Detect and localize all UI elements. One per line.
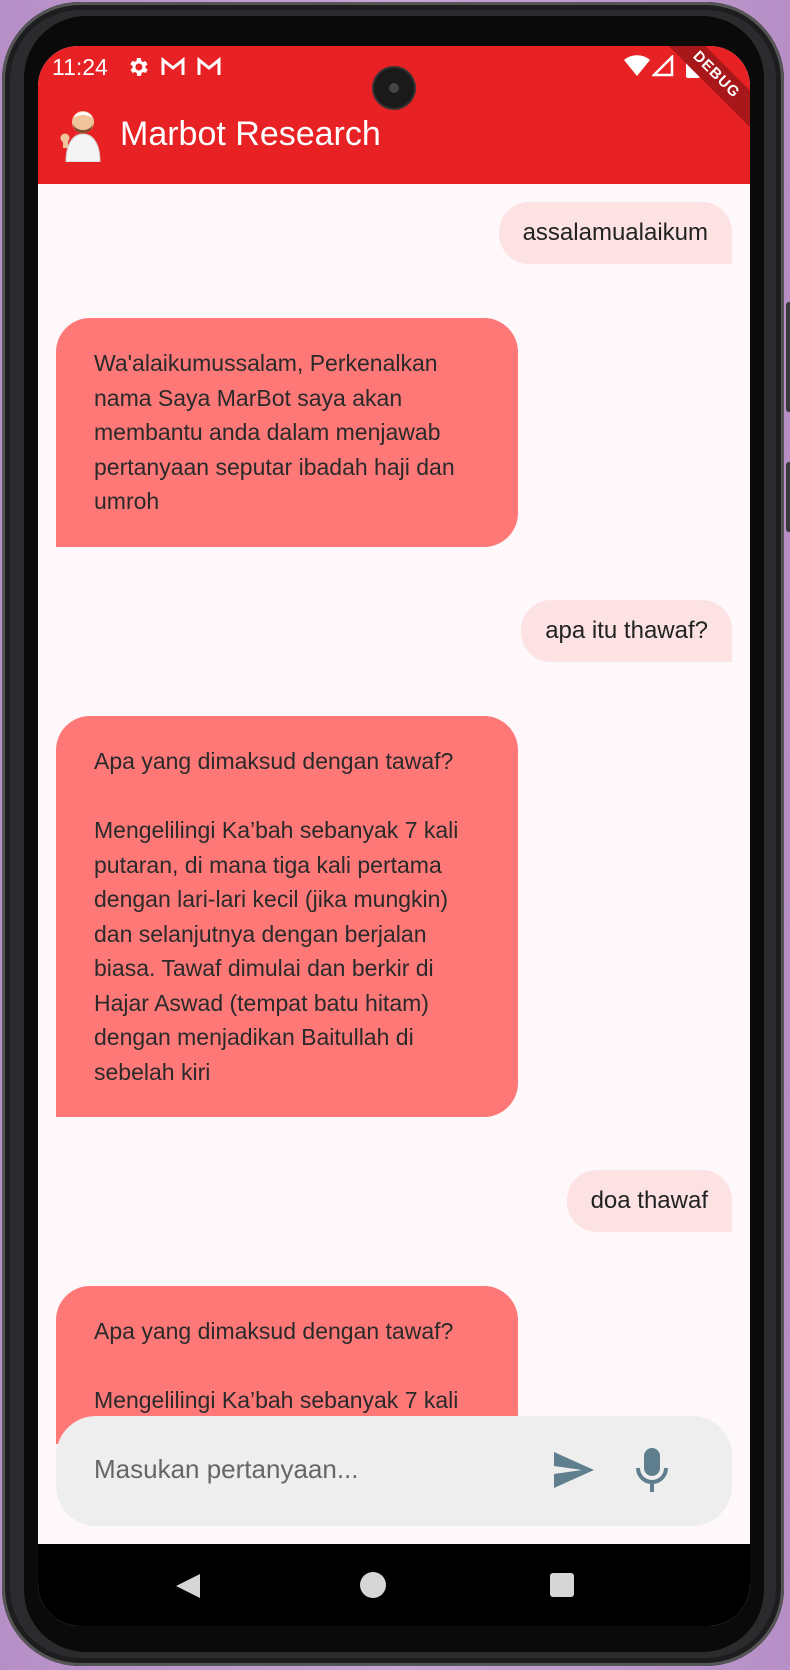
microphone-icon[interactable] <box>632 1446 672 1499</box>
bot-message: Wa'alaikumussalam, Perkenalkan nama Saya… <box>56 318 518 547</box>
status-time: 11:24 <box>52 54 108 80</box>
marbot-avatar-icon <box>60 102 106 167</box>
message-input[interactable]: Masukan pertanyaan... <box>94 1454 359 1485</box>
signal-icon <box>650 53 674 82</box>
screen: 11:24 DEBUG Marbot Research assalamualai… <box>38 46 750 1626</box>
front-camera <box>374 68 414 108</box>
app-title: Marbot Research <box>120 114 381 153</box>
user-message: doa thawaf <box>566 1170 732 1232</box>
recent-apps-icon[interactable] <box>550 1573 574 1597</box>
send-icon[interactable] <box>552 1450 596 1495</box>
user-message: apa itu thawaf? <box>521 600 732 662</box>
wifi-icon <box>624 55 650 82</box>
bot-message: Apa yang dimaksud dengan tawaf? Mengelil… <box>56 716 518 1117</box>
app-bar: 11:24 DEBUG Marbot Research <box>38 46 750 184</box>
user-message: assalamualaikum <box>498 202 732 264</box>
settings-icon <box>126 55 150 84</box>
gmail-icon <box>160 55 186 84</box>
back-icon[interactable] <box>174 1572 202 1605</box>
app-bar-title-row: Marbot Research <box>60 104 381 164</box>
message-input-bar: Masukan pertanyaan... <box>56 1416 732 1526</box>
volume-button <box>786 302 790 412</box>
system-nav-bar <box>38 1544 750 1626</box>
chat-message-list[interactable]: assalamualaikum Wa'alaikumussalam, Perke… <box>38 184 750 1444</box>
gmail-icon-2 <box>196 55 222 84</box>
home-icon[interactable] <box>360 1572 386 1598</box>
power-button <box>786 462 790 532</box>
